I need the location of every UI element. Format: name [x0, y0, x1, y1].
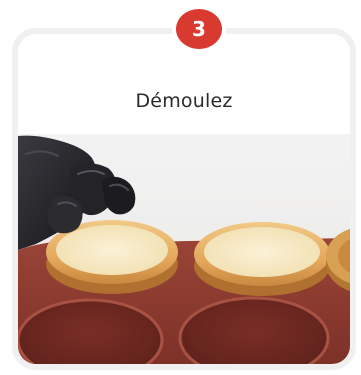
step-number-badge: 3: [176, 9, 222, 49]
step-card: Démoulez: [12, 28, 356, 370]
tart-shells-demolding-photo: [18, 134, 350, 364]
step-photo: [18, 134, 350, 364]
step-title: Démoulez: [135, 90, 233, 112]
step-card-wrapper: 3 Démoulez: [0, 0, 361, 375]
